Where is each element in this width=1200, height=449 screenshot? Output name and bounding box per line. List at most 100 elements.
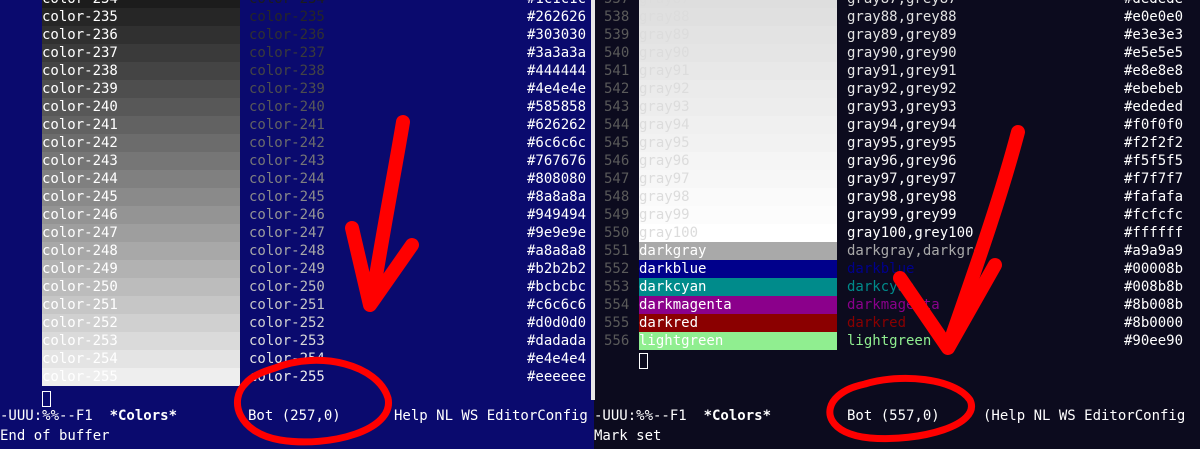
color-hex: #808080 (527, 171, 587, 187)
color-aliases: gray88,grey88 (847, 9, 957, 25)
color-row: color-243 color-243 #767676 (0, 152, 594, 170)
color-hex: #444444 (527, 63, 587, 79)
color-swatch: gray87 (639, 0, 837, 8)
color-swatch: color-246 (42, 206, 240, 224)
color-row: color-234 color-234 #1c1c1c (0, 0, 594, 8)
color-swatch: color-254 (42, 350, 240, 368)
color-swatch: color-240 (42, 98, 240, 116)
color-hex: #e0e0e0 (1124, 9, 1184, 25)
line-number: 550 (604, 225, 630, 241)
color-swatch: color-236 (42, 26, 240, 44)
color-row: 540 gray90 gray90,grey90 #e5e5e5 (594, 44, 1200, 62)
color-row: color-253 color-253 #dadada (0, 332, 594, 350)
left-window[interactable]: color-234color-234#1c1c1ccolor-235color-… (0, 0, 594, 449)
color-hex: #767676 (527, 153, 587, 169)
mode-line-modes[interactable]: (Help NL WS EditorConfig (983, 405, 1185, 427)
mode-line-buffer-name[interactable]: *Colors* (704, 408, 771, 424)
color-swatch: gray98 (639, 188, 837, 206)
color-hex: #ffffff (1124, 225, 1184, 241)
color-row: color-242 color-242 #6c6c6c (0, 134, 594, 152)
color-row: 542 gray92 gray92,grey92 #ebebeb (594, 80, 1200, 98)
color-row: color-254 color-254 #e4e4e4 (0, 350, 594, 368)
color-hex: #6c6c6c (527, 135, 587, 151)
color-aliases: gray94,grey94 (847, 117, 957, 133)
color-hex: #eeeeee (527, 369, 587, 385)
color-hex: #f5f5f5 (1124, 153, 1184, 169)
color-aliases: lightgreen (847, 333, 932, 349)
color-swatch: color-253 (42, 332, 240, 350)
color-swatch: color-247 (42, 224, 240, 242)
color-name-sample: color-247 (249, 225, 325, 241)
color-hex: #8a8a8a (527, 189, 587, 205)
color-swatch: color-248 (42, 242, 240, 260)
line-number: 552 (604, 261, 630, 277)
mode-line-status: -UUU:%%--F1 (594, 408, 687, 424)
line-number: 547 (604, 171, 630, 187)
color-name-sample: color-250 (249, 279, 325, 295)
color-aliases: gray92,grey92 (847, 81, 957, 97)
color-swatch: darkblue (639, 260, 837, 278)
mode-line-modes[interactable]: Help NL WS EditorConfig (394, 405, 588, 427)
color-row: 554 darkmagenta darkmagenta #8b008b (594, 296, 1200, 314)
line-number: 537 (604, 0, 636, 8)
color-swatch: color-234 (42, 0, 240, 8)
mode-line-status: -UUU:%%--F1 (0, 408, 93, 424)
right-window[interactable]: 537gray87gray87,grey87#dedede538gray88gr… (594, 0, 1200, 449)
line-number: 546 (604, 153, 630, 169)
color-swatch: color-239 (42, 80, 240, 98)
color-row: 546 gray96 gray96,grey96 #f5f5f5 (594, 152, 1200, 170)
color-hex: #fafafa (1124, 189, 1184, 205)
color-name-sample: color-237 (249, 45, 325, 61)
color-row: color-247 color-247 #9e9e9e (0, 224, 594, 242)
color-hex: #303030 (527, 27, 587, 43)
color-hex: #e3e3e3 (1124, 27, 1184, 43)
color-aliases: darkblue (847, 261, 915, 277)
color-swatch: gray88 (639, 8, 837, 26)
color-hex: #dedede (1124, 0, 1200, 8)
color-hex: #008b8b (1124, 279, 1184, 295)
color-name-sample: color-243 (249, 153, 325, 169)
color-swatch: color-251 (42, 296, 240, 314)
color-hex: #3a3a3a (527, 45, 587, 61)
color-name-sample: color-239 (249, 81, 325, 97)
line-number: 549 (604, 207, 630, 223)
color-row: 545 gray95 gray95,grey95 #f2f2f2 (594, 134, 1200, 152)
color-hex: #f7f7f7 (1124, 171, 1184, 187)
color-aliases: gray90,grey90 (847, 45, 957, 61)
color-row: color-244 color-244 #808080 (0, 170, 594, 188)
color-hex: #9e9e9e (527, 225, 587, 241)
color-swatch: gray90 (639, 44, 837, 62)
color-hex: #ebebeb (1124, 81, 1184, 97)
color-aliases: gray95,grey95 (847, 135, 957, 151)
color-hex: #a9a9a9 (1124, 243, 1184, 259)
color-hex: #4e4e4e (527, 81, 587, 97)
color-row: color-255 color-255 #eeeeee (0, 368, 594, 386)
color-hex: #585858 (527, 99, 587, 115)
color-name-sample: color-241 (249, 117, 325, 133)
color-row: color-245 color-245 #8a8a8a (0, 188, 594, 206)
color-hex: #626262 (527, 117, 587, 133)
color-hex: #949494 (527, 207, 587, 223)
color-row: 538 gray88 gray88,grey88 #e0e0e0 (594, 8, 1200, 26)
color-row: 539 gray89 gray89,grey89 #e3e3e3 (594, 26, 1200, 44)
color-hex: #90ee90 (1124, 333, 1184, 349)
mode-line-buffer-name[interactable]: *Colors* (110, 408, 177, 424)
color-hex: #dadada (527, 333, 587, 349)
color-aliases: gray89,grey89 (847, 27, 957, 43)
color-swatch: color-245 (42, 188, 240, 206)
mode-line: -UUU:%%--F1 *Colors* Bot (557,0) (Help NL … (594, 405, 1200, 427)
color-aliases: gray91,grey91 (847, 63, 957, 79)
color-swatch: gray89 (639, 26, 837, 44)
color-swatch: color-243 (42, 152, 240, 170)
color-row: 551 darkgray darkgray,darkgrey #a9a9a9 (594, 242, 1200, 260)
color-row: color-235 color-235 #262626 (0, 8, 594, 26)
color-swatch: color-238 (42, 62, 240, 80)
color-row: color-252 color-252 #d0d0d0 (0, 314, 594, 332)
color-hex: #f0f0f0 (1124, 117, 1184, 133)
mode-line-position: Bot (257,0) (248, 408, 341, 424)
color-hex: #8b0000 (1124, 315, 1184, 331)
color-row: color-236 color-236 #303030 (0, 26, 594, 44)
color-swatch: gray93 (639, 98, 837, 116)
color-aliases: gray98,grey98 (847, 189, 957, 205)
color-aliases: darkmagenta (847, 297, 940, 313)
